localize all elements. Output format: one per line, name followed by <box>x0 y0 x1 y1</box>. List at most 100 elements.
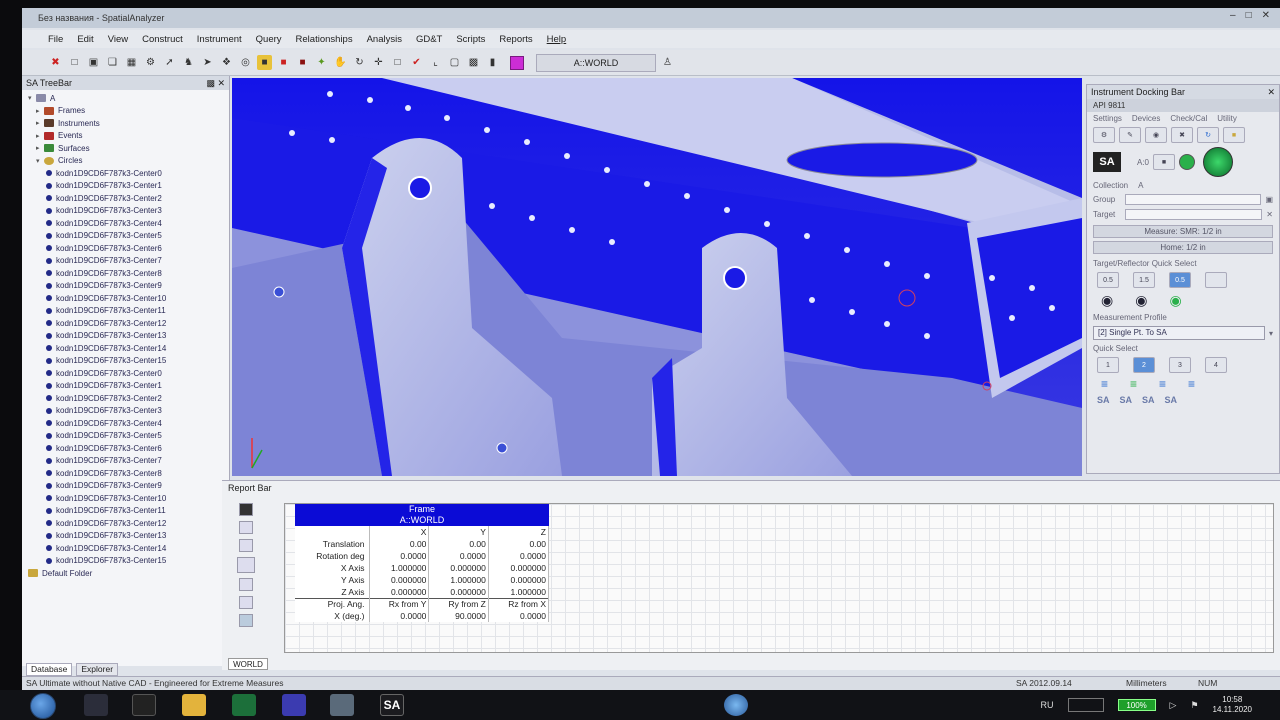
excel-icon[interactable] <box>232 694 256 716</box>
circle-item[interactable]: kodn1D9CD6F787k3-Center6 <box>28 442 229 455</box>
menu-help[interactable]: Help <box>547 34 567 45</box>
target-icon[interactable]: ◎ <box>238 55 253 70</box>
zoom-icon[interactable]: □ <box>390 55 405 70</box>
circle-item[interactable]: kodn1D9CD6F787k3-Center0 <box>28 167 229 180</box>
quick-select-3[interactable]: 3 <box>1169 357 1191 373</box>
reflector-ball-icon[interactable]: ◉ <box>1135 292 1147 309</box>
circle-item[interactable]: kodn1D9CD6F787k3-Center7 <box>28 255 229 268</box>
tree-item-default-folder[interactable]: Default Folder <box>28 567 229 580</box>
zoom-icon[interactable] <box>239 521 253 534</box>
circle-item[interactable]: kodn1D9CD6F787k3-Center1 <box>28 180 229 193</box>
circle-item[interactable]: kodn1D9CD6F787k3-Center5 <box>28 230 229 243</box>
measure-button[interactable]: Measure: SMR: 1/2 in <box>1093 225 1273 238</box>
circle-item[interactable]: kodn1D9CD6F787k3-Center10 <box>28 492 229 505</box>
circle-item[interactable]: kodn1D9CD6F787k3-Center7 <box>28 455 229 468</box>
menu-query[interactable]: Query <box>256 34 282 45</box>
menu-analysis[interactable]: Analysis <box>367 34 402 45</box>
menu-instrument[interactable]: Instrument <box>197 34 242 45</box>
menu-reports[interactable]: Reports <box>499 34 532 45</box>
circle-item[interactable]: kodn1D9CD6F787k3-Center12 <box>28 517 229 530</box>
flag-icon[interactable]: ⚑ <box>1190 700 1198 711</box>
axis-icon[interactable]: ⌞ <box>428 55 443 70</box>
circle-item[interactable]: kodn1D9CD6F787k3-Center8 <box>28 467 229 480</box>
app-icon-globe[interactable] <box>84 694 108 716</box>
reflector-button-1[interactable]: 0.5 <box>1097 272 1119 288</box>
volume-icon[interactable]: ▷ <box>1170 700 1177 711</box>
instrument-icon[interactable]: ♞ <box>181 55 196 70</box>
circle-item[interactable]: kodn1D9CD6F787k3-Center1 <box>28 380 229 393</box>
copy-icon[interactable]: ❏ <box>105 55 120 70</box>
circle-item[interactable]: kodn1D9CD6F787k3-Center8 <box>28 267 229 280</box>
tab-database[interactable]: Database <box>26 663 73 676</box>
report-tab-world[interactable]: WORLD <box>228 658 268 670</box>
collapse-icon[interactable]: ▾ <box>36 157 44 165</box>
expand-icon[interactable]: ▸ <box>36 132 44 140</box>
cube-dark-red-icon[interactable]: ■ <box>295 55 310 70</box>
open-file-icon[interactable]: ▣ <box>86 55 101 70</box>
circle-item[interactable]: kodn1D9CD6F787k3-Center15 <box>28 555 229 568</box>
quick-select-2[interactable]: 2 <box>1133 357 1155 373</box>
minimize-icon[interactable]: – <box>1230 10 1236 21</box>
app-icon-tool[interactable] <box>330 694 354 716</box>
refresh-icon[interactable] <box>239 614 253 627</box>
maximize-icon[interactable]: □ <box>1246 10 1252 21</box>
stop-icon[interactable]: ■ <box>1153 154 1176 170</box>
target-field[interactable] <box>1125 209 1263 220</box>
save-icon[interactable]: ▦ <box>124 55 139 70</box>
menu-gdt[interactable]: GD&T <box>416 34 442 45</box>
expand-icon[interactable]: ▸ <box>36 144 44 152</box>
group-field[interactable] <box>1125 194 1262 205</box>
new-file-icon[interactable]: □ <box>67 55 82 70</box>
circle-item[interactable]: kodn1D9CD6F787k3-Center13 <box>28 530 229 543</box>
level-icon[interactable]: ≡ <box>1188 377 1195 391</box>
expand-icon[interactable]: ▾ <box>28 94 36 102</box>
camera-icon[interactable] <box>239 503 253 516</box>
folder-icon[interactable] <box>182 694 206 716</box>
image-icon[interactable]: ▩ <box>466 55 481 70</box>
cube-yellow-icon[interactable]: ■ <box>257 55 272 70</box>
close-icon[interactable]: ✕ <box>1262 10 1270 21</box>
circle-item[interactable]: kodn1D9CD6F787k3-Center14 <box>28 542 229 555</box>
page-icon[interactable] <box>239 539 253 552</box>
language-indicator[interactable]: RU <box>1041 700 1054 710</box>
app-icon-cad[interactable] <box>282 694 306 716</box>
tree-item-circles[interactable]: ▾ Circles <box>28 155 229 168</box>
menu-view[interactable]: View <box>108 34 128 45</box>
circle-item[interactable]: kodn1D9CD6F787k3-Center9 <box>28 480 229 493</box>
close-icon[interactable]: ✕ <box>1266 210 1273 219</box>
pin-icon[interactable]: ▩ ✕ <box>206 78 225 89</box>
pointer-icon[interactable]: ➤ <box>200 55 215 70</box>
level-green-icon[interactable]: ≡ <box>1130 377 1137 391</box>
start-button[interactable] <box>30 693 56 719</box>
circle-item[interactable]: kodn1D9CD6F787k3-Center4 <box>28 417 229 430</box>
checkmark-icon[interactable]: ✔ <box>409 55 424 70</box>
expand-icon[interactable]: ▸ <box>36 119 44 127</box>
quick-select-4[interactable]: 4 <box>1205 357 1227 373</box>
level-icon[interactable]: ≡ <box>1101 377 1108 391</box>
reflector-ball-icon[interactable]: ◉ <box>1101 292 1113 309</box>
battery-indicator[interactable]: 100% <box>1117 699 1156 711</box>
quick-select-1[interactable]: 1 <box>1097 357 1119 373</box>
menu-construct[interactable]: Construct <box>142 34 183 45</box>
layout-icon[interactable] <box>237 557 255 573</box>
tree-item-frames[interactable]: ▸ Frames <box>28 105 229 118</box>
user-icon[interactable]: ♙ <box>660 55 675 70</box>
folder-icon[interactable]: ■ <box>1223 127 1245 143</box>
circle-item[interactable]: kodn1D9CD6F787k3-Center3 <box>28 405 229 418</box>
sa-app-icon[interactable]: SA <box>380 694 404 716</box>
circle-item[interactable]: kodn1D9CD6F787k3-Center11 <box>28 505 229 518</box>
menu-relationships[interactable]: Relationships <box>296 34 353 45</box>
circle-item[interactable]: kodn1D9CD6F787k3-Center9 <box>28 280 229 293</box>
tab-devices[interactable]: Devices <box>1132 114 1160 123</box>
close-icon[interactable]: ✕ <box>1267 87 1275 98</box>
wand-icon[interactable]: ✦ <box>314 55 329 70</box>
tree-root[interactable]: ▾ A <box>28 92 229 105</box>
hand-icon[interactable]: ✋ <box>333 55 348 70</box>
expand-icon[interactable]: ▸ <box>36 107 44 115</box>
circle-item[interactable]: kodn1D9CD6F787k3-Center3 <box>28 205 229 218</box>
level-icon[interactable]: ≡ <box>1159 377 1166 391</box>
menu-scripts[interactable]: Scripts <box>456 34 485 45</box>
menu-file[interactable]: File <box>48 34 63 45</box>
reflector-button-2[interactable]: 1.5 <box>1133 272 1155 288</box>
tree-item-instruments[interactable]: ▸ Instruments <box>28 117 229 130</box>
